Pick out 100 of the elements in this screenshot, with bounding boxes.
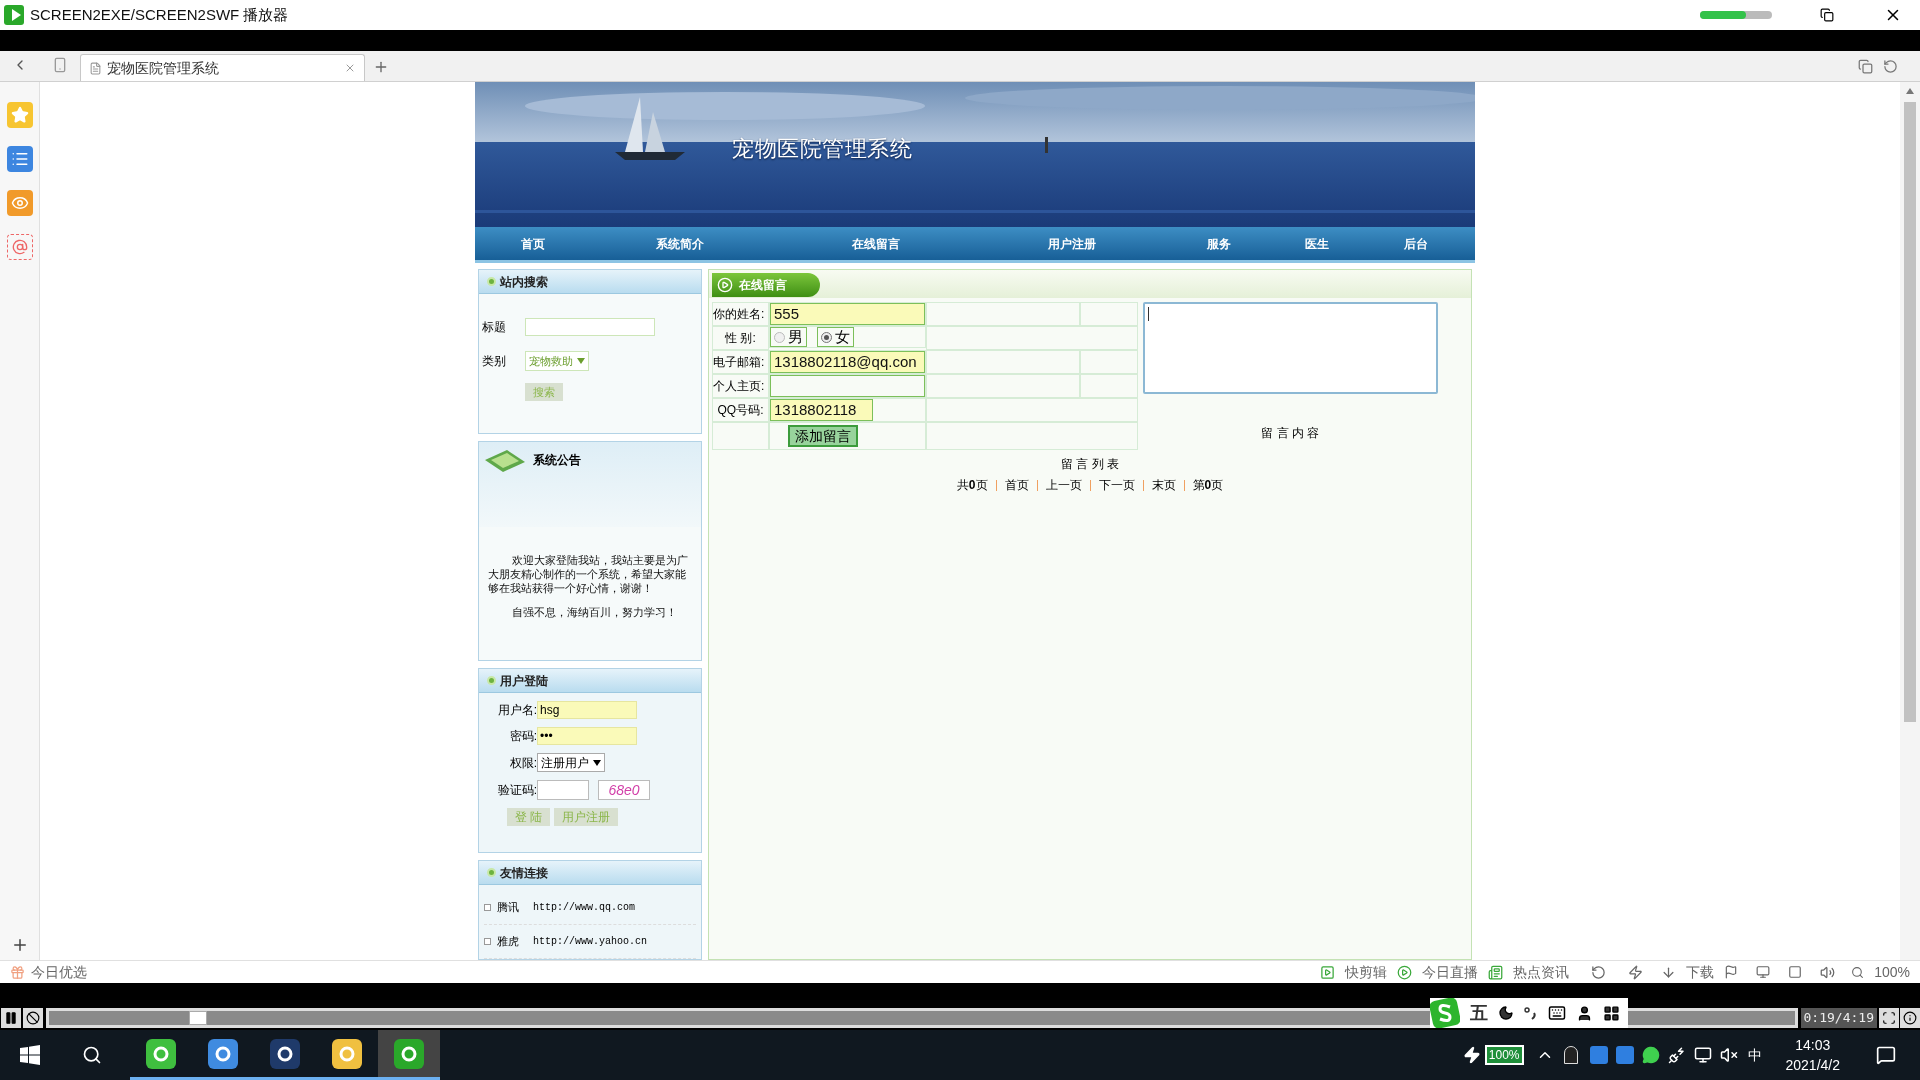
pause-button[interactable]: [1, 1008, 21, 1028]
grid-icon[interactable]: [1603, 1004, 1620, 1022]
stop-button[interactable]: [23, 1008, 43, 1028]
bullet-icon: [484, 938, 491, 945]
captcha-field[interactable]: [537, 780, 589, 801]
app-icon: [270, 1038, 300, 1069]
input-field[interactable]: 1318802118@qq.con: [770, 351, 925, 373]
bullet-icon: [484, 904, 491, 911]
network-icon[interactable]: [1693, 1046, 1712, 1064]
restore-icon[interactable]: [1820, 8, 1834, 22]
window-icon[interactable]: [1858, 59, 1873, 74]
notification-icon[interactable]: [1876, 1045, 1896, 1065]
app-tray-icon[interactable]: [1589, 1046, 1608, 1064]
screen-icon[interactable]: [1756, 965, 1771, 979]
pager-link[interactable]: 下一页: [1098, 476, 1135, 494]
form-label: 你的姓名:: [712, 302, 769, 326]
download-icon: [1661, 964, 1677, 980]
scroll-up-icon[interactable]: [1906, 88, 1914, 94]
mute-icon[interactable]: [1719, 1046, 1738, 1064]
nav-link[interactable]: 医生: [1304, 234, 1329, 253]
zoom-icon[interactable]: [1851, 965, 1865, 979]
ime-logo-icon[interactable]: [1430, 998, 1460, 1028]
progress-thumb[interactable]: [188, 1011, 207, 1025]
title-field[interactable]: [525, 318, 655, 336]
homepage-field[interactable]: [770, 375, 925, 397]
undo-icon[interactable]: [1883, 59, 1898, 74]
link-url[interactable]: http://www.yahoo.cn: [533, 934, 648, 949]
panel-title: 站内搜索: [500, 273, 548, 291]
radio-button[interactable]: [821, 331, 832, 343]
pager-link[interactable]: 共0页: [956, 476, 988, 494]
pager-link[interactable]: 上一页: [1045, 476, 1082, 494]
windows-icon[interactable]: [20, 1045, 40, 1065]
nav-link[interactable]: 用户注册: [1047, 234, 1096, 253]
input-field[interactable]: 1318802118: [770, 399, 873, 421]
radio-button[interactable]: [774, 331, 785, 343]
volume-icon[interactable]: [1820, 964, 1836, 980]
nav-link[interactable]: 首页: [520, 234, 545, 253]
keyboard-icon[interactable]: [1548, 1004, 1566, 1022]
book-icon: [483, 447, 527, 474]
radio-option[interactable]: 男: [770, 327, 807, 347]
info-button[interactable]: [1900, 1008, 1920, 1028]
zoom-level[interactable]: 100%: [1874, 961, 1910, 983]
app-icon: [146, 1038, 176, 1069]
list-icon[interactable]: [6, 146, 33, 172]
link-url[interactable]: http://www.qq.com: [533, 900, 636, 915]
status-link[interactable]: 下载: [1686, 961, 1715, 983]
close-tab-icon[interactable]: [344, 62, 356, 74]
dropdown-arrow-icon: [593, 759, 601, 766]
user-icon[interactable]: [1576, 1004, 1593, 1022]
pager-link[interactable]: 首页: [1004, 476, 1029, 494]
site-title: 宠物医院管理系统: [732, 135, 913, 163]
input-field[interactable]: 555: [770, 303, 925, 325]
refresh-icon[interactable]: [1591, 964, 1607, 980]
status-link[interactable]: 快剪辑: [1345, 961, 1388, 983]
charging-icon: [1462, 1046, 1481, 1064]
bullet-icon: [487, 277, 496, 286]
punctuation-icon[interactable]: [1524, 1006, 1538, 1020]
notice-text: 欢迎大家登陆我站，我站主要是为广大朋友精心制作的一个系统，希望大家能够在我站获得一个好心情，谢谢！: [488, 552, 689, 595]
search-icon[interactable]: [82, 1045, 102, 1065]
status-link[interactable]: 今日直播: [1422, 961, 1479, 983]
nav-link[interactable]: 服务: [1206, 234, 1231, 253]
power-icon[interactable]: [1667, 1046, 1686, 1064]
status-link[interactable]: 今日优选: [31, 961, 87, 983]
fullscreen-button[interactable]: [1879, 1008, 1899, 1028]
ime-mode[interactable]: 五: [1470, 999, 1488, 1027]
moon-icon[interactable]: [1498, 1005, 1514, 1021]
table-cell: [1080, 350, 1138, 374]
nav-link[interactable]: 后台: [1404, 234, 1428, 253]
new-tab-icon[interactable]: [373, 59, 389, 75]
app-tray-icon[interactable]: [1615, 1046, 1634, 1064]
form-label: QQ号码:: [712, 398, 769, 422]
radio-option[interactable]: 女: [817, 327, 854, 347]
pager-link[interactable]: 第0页: [1192, 476, 1224, 494]
role-dropdown[interactable]: 注册用户: [537, 753, 605, 773]
status-link[interactable]: 热点资讯: [1513, 961, 1570, 983]
input-method-indicator[interactable]: 中: [1747, 1044, 1762, 1066]
window-title: SCREEN2EXE/SCREEN2SWF 播放器: [30, 4, 289, 25]
chat-icon[interactable]: [1641, 1046, 1660, 1064]
nav-link[interactable]: 系统简介: [655, 234, 704, 253]
app-logo-icon: [4, 5, 24, 25]
flag-icon[interactable]: [1724, 965, 1739, 979]
taskbar-app[interactable]: [378, 1030, 440, 1080]
window-icon[interactable]: [1788, 965, 1803, 979]
pager-link[interactable]: 末页: [1151, 476, 1176, 494]
panel-title: 友情连接: [500, 864, 548, 882]
browser-tab[interactable]: 宠物医院管理系统: [80, 54, 365, 81]
scrollbar-thumb[interactable]: [1904, 102, 1916, 722]
link-name[interactable]: 雅虎: [497, 933, 519, 950]
password-field[interactable]: •••: [537, 727, 637, 746]
add-message-button[interactable]: 添加留言: [788, 425, 858, 447]
time-display: 0:19/4:19: [1800, 1008, 1877, 1028]
clock[interactable]: 14:03 2021/4/2: [1785, 1035, 1840, 1075]
field-label: 密码:: [508, 728, 537, 746]
at-sign-icon[interactable]: [6, 234, 33, 260]
nav-link[interactable]: 在线留言: [851, 234, 900, 253]
link-name[interactable]: 腾讯: [497, 899, 519, 916]
field-label: 类别: [482, 353, 507, 370]
battery-indicator: 100%: [1484, 1045, 1524, 1065]
play-icon: [1320, 964, 1336, 980]
username-field[interactable]: hsg: [537, 701, 637, 720]
